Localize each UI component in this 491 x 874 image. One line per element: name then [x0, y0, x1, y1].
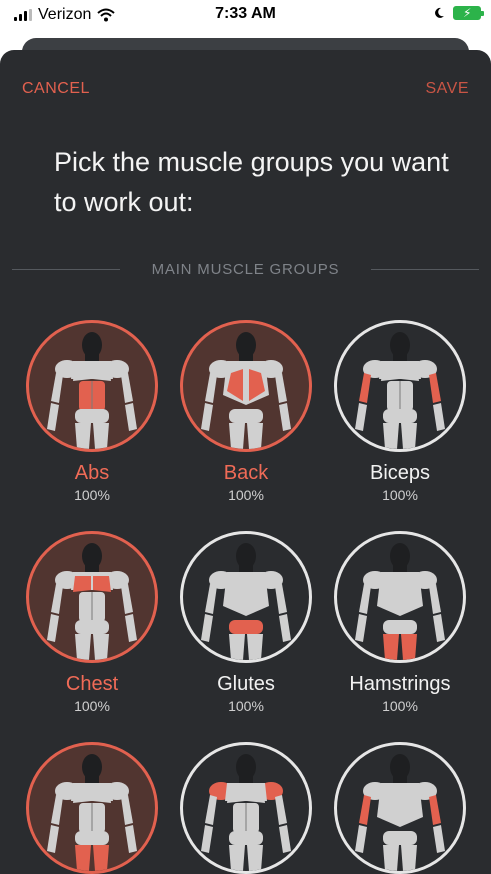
- muscle-name: Back: [223, 462, 269, 484]
- muscle-name: Biceps: [369, 462, 431, 484]
- body-figure-icon: [355, 754, 445, 871]
- body-figure-icon: [201, 543, 291, 660]
- moon-icon: [435, 7, 444, 18]
- body-figure-icon: [47, 543, 137, 660]
- section-divider: MAIN MUSCLE GROUPS: [12, 258, 479, 282]
- clock: 7:33 AM: [215, 5, 276, 22]
- muscle-name: Hamstrings: [349, 673, 451, 695]
- body-figure-icon: [355, 543, 445, 660]
- muscle-item-chest[interactable]: Chest 100%: [22, 531, 162, 714]
- muscle-circle[interactable]: [26, 320, 158, 452]
- muscle-percent: 100%: [228, 487, 264, 503]
- muscle-circle[interactable]: [26, 531, 158, 663]
- muscle-item-abs[interactable]: Abs 100%: [22, 320, 162, 503]
- muscle-item-glutes[interactable]: Glutes 100%: [176, 531, 316, 714]
- body-figure-icon: [355, 332, 445, 449]
- muscle-circle[interactable]: [26, 742, 158, 874]
- muscle-percent: 100%: [228, 698, 264, 714]
- cancel-button[interactable]: CANCEL: [22, 80, 90, 98]
- status-right: ⚡: [433, 6, 484, 20]
- muscle-percent: 100%: [382, 698, 418, 714]
- muscle-circle[interactable]: [334, 531, 466, 663]
- muscle-percent: 100%: [74, 698, 110, 714]
- muscle-percent: 100%: [74, 487, 110, 503]
- muscle-circle[interactable]: [180, 531, 312, 663]
- divider-line-right: [371, 269, 479, 270]
- muscle-percent: 100%: [382, 487, 418, 503]
- muscle-name: Chest: [65, 673, 119, 695]
- muscle-name: Abs: [74, 462, 110, 484]
- page-title: Pick the muscle groups you want to work …: [54, 147, 449, 217]
- muscle-item-shoulders[interactable]: [176, 742, 316, 874]
- body-figure-icon: [47, 332, 137, 449]
- body-figure-icon: [47, 754, 137, 871]
- muscle-item-triceps[interactable]: [330, 742, 470, 874]
- muscle-item-quads[interactable]: [22, 742, 162, 874]
- save-button[interactable]: SAVE: [426, 80, 470, 98]
- body-figure-icon: [201, 332, 291, 449]
- muscle-item-back[interactable]: Back 100%: [176, 320, 316, 503]
- muscle-circle[interactable]: [180, 742, 312, 874]
- muscle-name: Glutes: [217, 673, 275, 695]
- muscle-item-biceps[interactable]: Biceps 100%: [330, 320, 470, 503]
- battery-charging-icon: ⚡: [453, 6, 484, 20]
- status-bar: Verizon 7:33 AM ⚡: [0, 0, 491, 32]
- muscle-circle[interactable]: [334, 320, 466, 452]
- muscle-picker-sheet: CANCEL SAVE Pick the muscle groups you w…: [0, 50, 491, 874]
- muscle-circle[interactable]: [180, 320, 312, 452]
- muscle-circle[interactable]: [334, 742, 466, 874]
- body-figure-icon: [201, 754, 291, 871]
- muscle-item-hamstrings[interactable]: Hamstrings 100%: [330, 531, 470, 714]
